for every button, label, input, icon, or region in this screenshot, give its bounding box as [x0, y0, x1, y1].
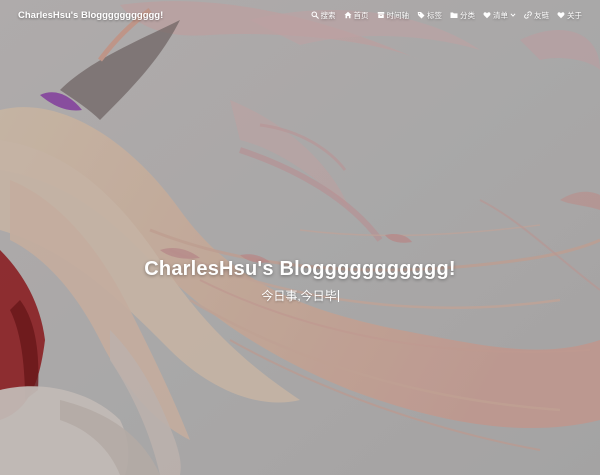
subtitle-text: 今日事,今日毕 — [261, 289, 337, 303]
nav-item-about[interactable]: 关于 — [557, 10, 582, 21]
heart-icon — [557, 11, 565, 19]
site-subtitle: 今日事,今日毕 — [0, 287, 600, 304]
nav-item-label: 友链 — [534, 10, 549, 20]
nav-item-archive[interactable]: 时间轴 — [377, 10, 410, 21]
archive-icon — [377, 11, 385, 19]
nav-item-label: 清单 — [493, 10, 508, 20]
nav-item-home[interactable]: 首页 — [344, 10, 369, 21]
nav-item-label: 时间轴 — [386, 10, 410, 20]
link-icon — [524, 11, 532, 19]
nav-item-search[interactable]: 搜索 — [311, 10, 336, 21]
hero-overlay — [0, 0, 600, 475]
folder-icon — [450, 11, 458, 19]
heart-icon — [483, 11, 491, 19]
navbar: CharlesHsu's Bloggggggggggg! 搜索 首页 时间轴 标… — [0, 0, 600, 30]
nav-item-label: 首页 — [353, 10, 369, 20]
site-title: CharlesHsu's Bloggggggggggg! — [144, 258, 456, 280]
nav-item-label: 关于 — [567, 10, 582, 20]
nav-item-categories[interactable]: 分类 — [450, 10, 475, 21]
nav-item-label: 标签 — [427, 10, 442, 20]
tag-icon — [417, 11, 425, 19]
site-info: CharlesHsu's Bloggggggggggg! 今日事,今日毕 — [0, 258, 600, 304]
chevron-down-icon — [510, 12, 516, 18]
nav-item-label: 分类 — [460, 10, 475, 20]
typing-cursor — [337, 290, 339, 302]
page: CharlesHsu's Bloggggggggggg! 搜索 首页 时间轴 标… — [0, 0, 600, 475]
nav-item-list-dropdown[interactable]: 清单 — [483, 10, 516, 21]
search-icon — [311, 11, 319, 19]
home-icon — [344, 11, 352, 19]
nav-item-label: 搜索 — [320, 10, 336, 20]
site-brand-link[interactable]: CharlesHsu's Bloggggggggggg! — [18, 10, 163, 21]
nav-menu: 搜索 首页 时间轴 标签 分类 清单 友链 关于 — [303, 10, 582, 21]
nav-item-links[interactable]: 友链 — [524, 10, 549, 21]
nav-item-tags[interactable]: 标签 — [417, 10, 442, 21]
